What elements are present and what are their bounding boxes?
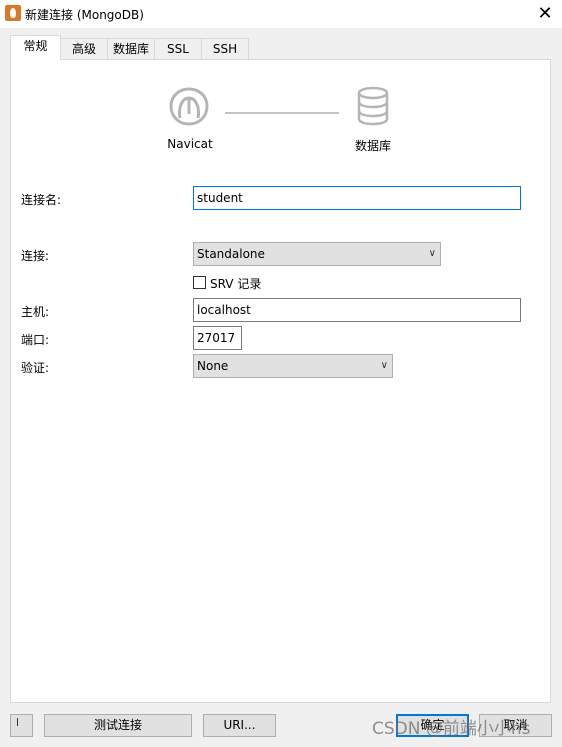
tab-ssl[interactable]: SSL (154, 38, 202, 59)
close-icon[interactable]: ✕ (532, 2, 558, 26)
tab-database[interactable]: 数据库 (107, 38, 155, 59)
general-tab-panel (10, 59, 551, 703)
cancel-button[interactable]: 取消 (479, 714, 552, 737)
database-icon (357, 86, 389, 126)
chevron-down-icon: ∨ (380, 360, 388, 371)
navicat-label: Navicat (167, 137, 213, 151)
tab-ssh[interactable]: SSH (201, 38, 249, 59)
connection-line (225, 112, 339, 114)
connection-type-label: 连接: (21, 249, 50, 263)
port-input[interactable]: 27017 (193, 326, 242, 350)
host-input[interactable]: localhost (193, 298, 521, 322)
chevron-down-icon: ∨ (428, 248, 436, 259)
srv-checkbox[interactable] (193, 276, 206, 289)
port-label: 端口: (21, 333, 50, 347)
uri-button[interactable]: URI... (203, 714, 276, 737)
navicat-logo-icon (169, 87, 209, 126)
tab-general[interactable]: 常规 (10, 35, 61, 60)
connection-type-value: Standalone (197, 247, 265, 261)
database-label: 数据库 (354, 139, 391, 153)
navicat-app-icon (5, 5, 21, 21)
auth-label: 验证: (21, 361, 50, 375)
toggle-panel-icon[interactable] (10, 714, 33, 737)
tab-advanced[interactable]: 高级 (60, 38, 108, 59)
ok-button[interactable]: 确定 (396, 714, 469, 737)
window-title: 新建连接 (MongoDB) (25, 8, 144, 22)
auth-select[interactable]: None ∨ (193, 354, 393, 378)
connection-name-label: 连接名: (21, 193, 62, 207)
host-label: 主机: (21, 305, 50, 319)
connection-type-select[interactable]: Standalone ∨ (193, 242, 441, 266)
connection-name-input[interactable]: student (193, 186, 521, 210)
auth-value: None (197, 359, 229, 373)
test-connection-button[interactable]: 测试连接 (44, 714, 192, 737)
srv-label: SRV 记录 (210, 277, 262, 291)
